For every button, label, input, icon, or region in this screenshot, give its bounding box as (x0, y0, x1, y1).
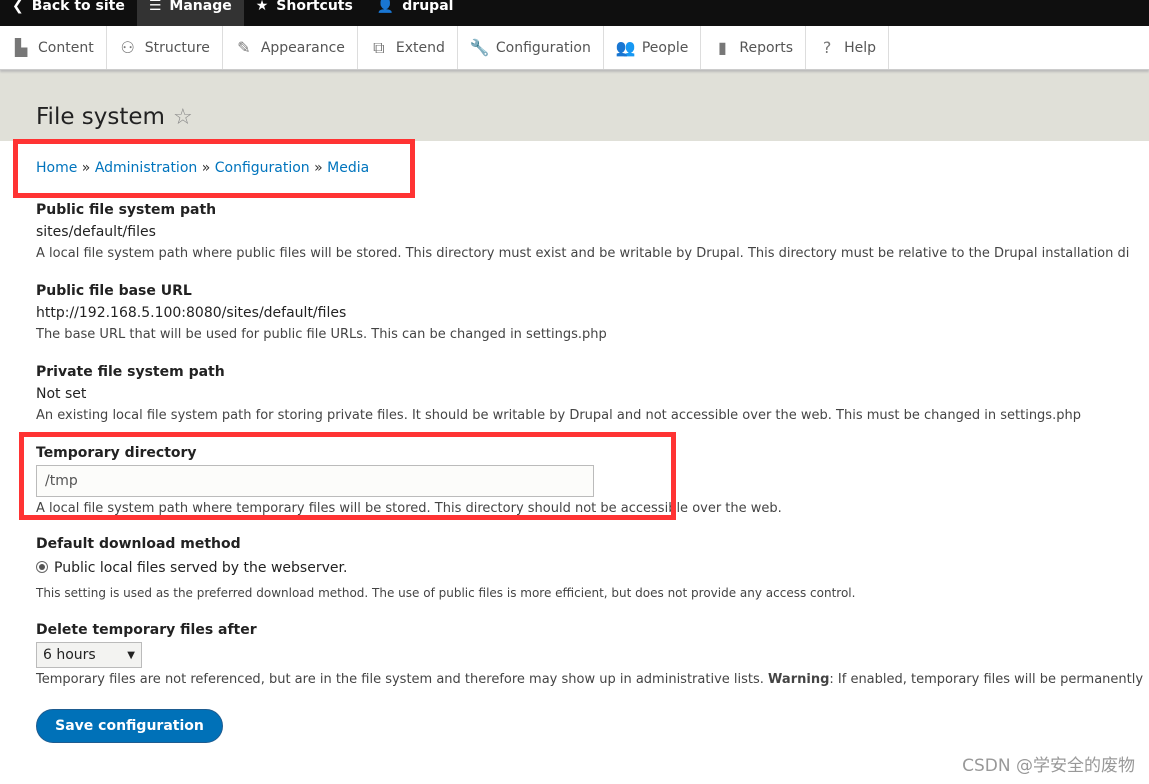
breadcrumb-home[interactable]: Home (36, 160, 77, 176)
chevron-left-icon: ❮ (12, 0, 24, 14)
breadcrumb: Home » Administration » Configuration » … (36, 160, 370, 176)
help-icon: ? (822, 38, 832, 57)
delete-temp-select[interactable]: 6 hours ▼ (36, 642, 142, 668)
public-path-field: Public file system path sites/default/fi… (36, 202, 1130, 261)
manage-tab[interactable]: ☰ Manage (136, 0, 244, 26)
private-path-field: Private file system path Not set An exis… (36, 364, 1081, 423)
star-icon: ★ (255, 0, 269, 14)
admin-tray: ▙ Content ⚇ Structure ✎ Appearance ⧉ Extend … (0, 26, 1149, 70)
user-tab[interactable]: 👤 drupal (365, 0, 466, 19)
puzzle-icon: ⧉ (373, 37, 385, 57)
tray-item-help[interactable]: ? Help (806, 26, 889, 69)
tray-item-extend[interactable]: ⧉ Extend (358, 26, 458, 69)
download-method-field: Default download method Public local fil… (36, 536, 856, 600)
delete-temp-field: Delete temporary files after 6 hours ▼ Te… (36, 622, 1144, 687)
temporary-directory-field: Temporary directory A local file system … (36, 445, 782, 516)
user-icon: 👤 (376, 0, 395, 14)
tray-item-configuration[interactable]: 🔧 Configuration (458, 26, 604, 69)
radio-selected-icon[interactable] (36, 561, 48, 573)
caret-down-icon: ▼ (127, 649, 135, 661)
people-icon: 👥 (615, 38, 636, 57)
menu-icon: ☰ (148, 0, 162, 14)
tray-item-reports[interactable]: ▮ Reports (701, 26, 807, 69)
tray-item-appearance[interactable]: ✎ Appearance (223, 26, 358, 69)
shortcut-star-icon[interactable]: ☆ (173, 105, 193, 130)
sitemap-icon: ⚇ (120, 38, 135, 57)
back-to-site-link[interactable]: ❮ Back to site (0, 0, 137, 19)
public-files-radio[interactable]: Public local files served by the webserv… (36, 560, 855, 576)
breadcrumb-administration[interactable]: Administration (95, 160, 197, 176)
public-url-field: Public file base URL http://192.168.5.10… (36, 283, 607, 342)
admin-toolbar: ❮ Back to site ☰ Manage ★ Shortcuts 👤 drupal (0, 0, 1149, 26)
bar-chart-icon: ▮ (717, 38, 727, 57)
page-title: File system (36, 104, 165, 130)
page-icon: ▙ (14, 38, 28, 57)
breadcrumb-media[interactable]: Media (327, 160, 369, 176)
watermark: CSDN @学安全的废物 (962, 756, 1135, 776)
wrench-icon: 🔧 (469, 38, 490, 57)
shortcuts-tab[interactable]: ★ Shortcuts (244, 0, 365, 19)
tray-item-people[interactable]: 👥 People (604, 26, 702, 69)
page-header: File system ☆ (0, 70, 1149, 141)
save-configuration-button[interactable]: Save configuration (36, 709, 223, 743)
tray-item-structure[interactable]: ⚇ Structure (107, 26, 223, 69)
temporary-directory-input[interactable] (36, 465, 594, 497)
tray-item-content[interactable]: ▙ Content (0, 26, 107, 69)
breadcrumb-configuration[interactable]: Configuration (215, 160, 310, 176)
paintbrush-icon: ✎ (237, 38, 251, 57)
